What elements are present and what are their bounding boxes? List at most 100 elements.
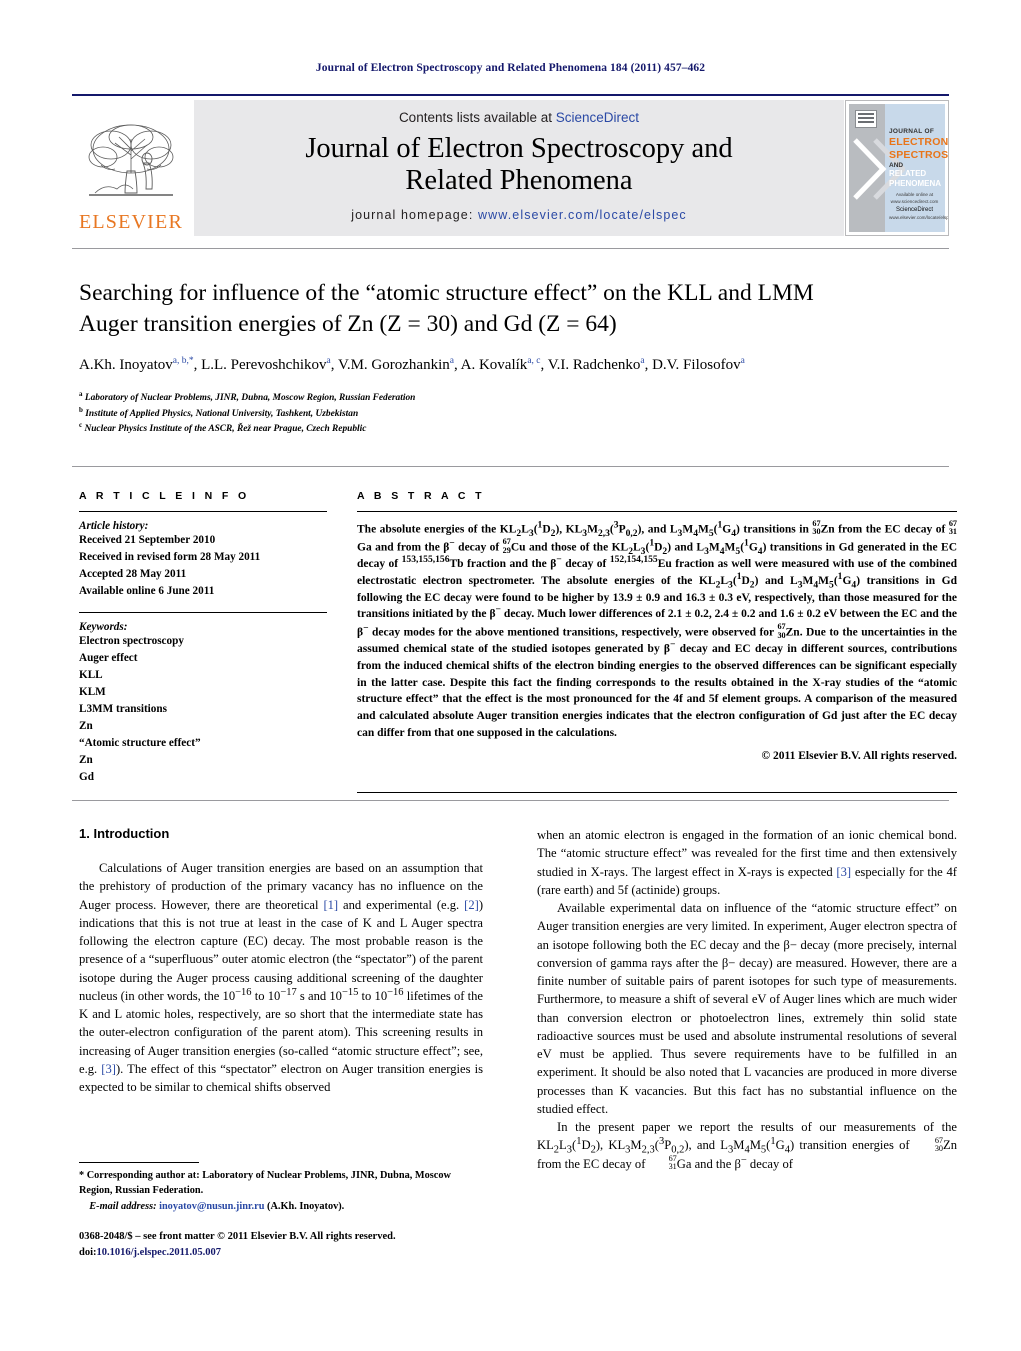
cover-title: JOURNAL OF ELECTRON SPECTROSCOPY AND REL…	[889, 128, 948, 189]
cover-inner: JOURNAL OF ELECTRON SPECTROSCOPY AND REL…	[849, 104, 949, 232]
author-separator: ,	[453, 357, 461, 374]
keyword-item: Zn	[79, 720, 93, 733]
intro-text-part: s and 10	[296, 988, 342, 1003]
author-separator: ,	[330, 357, 338, 374]
author-separator: ,	[540, 357, 548, 374]
affiliation-text: Institute of Applied Physics, National U…	[85, 408, 359, 419]
article-title-block: Searching for influence of the “atomic s…	[79, 278, 959, 437]
section-heading-introduction: 1. Introduction	[79, 826, 170, 841]
affiliation-item: a Laboratory of Nuclear Problems, JINR, …	[79, 391, 959, 406]
journal-title-line1: Journal of Electron Spectroscopy and	[305, 133, 733, 164]
history-item: Received 21 September 2010	[79, 534, 216, 546]
elsevier-wordmark: ELSEVIER	[78, 211, 184, 233]
intro-paragraph-1: Calculations of Auger transition energie…	[79, 859, 483, 1096]
intro-text-part: and experimental (e.g.	[338, 897, 465, 912]
keyword-item: L3MM transitions	[79, 703, 167, 716]
article-info-rule	[79, 511, 327, 512]
journal-title: Journal of Electron Spectroscopy and Rel…	[194, 133, 844, 198]
journal-title-line2: Related Phenomena	[405, 165, 633, 197]
author-name: V.I. Radchenko	[547, 357, 641, 374]
cover-publisher-mark	[855, 110, 877, 128]
citation-link-1[interactable]: [1]	[323, 898, 338, 912]
journal-cover-thumbnail: JOURNAL OF ELECTRON SPECTROSCOPY AND REL…	[845, 100, 949, 236]
sciencedirect-link[interactable]: ScienceDirect	[556, 110, 639, 125]
history-item: Available online 6 June 2011	[79, 585, 215, 598]
author-name: D.V. Filosofov	[652, 357, 741, 374]
email-note: E-mail address: inoyatov@nusun.jinr.ru (…	[79, 1199, 483, 1214]
author-affil-marks: a, b,	[172, 356, 189, 367]
citation-link-3[interactable]: [3]	[101, 1062, 116, 1076]
keyword-item: KLM	[79, 686, 106, 699]
issn-line: 0368-2048/$ – see front matter © 2011 El…	[79, 1231, 396, 1242]
author-affil-marks: a, c	[527, 356, 541, 367]
author-item: L.L. Perevoshchikova	[201, 356, 331, 374]
keyword-item: Electron spectroscopy	[79, 635, 184, 648]
abstract-bottom-rule	[357, 792, 957, 793]
keyword-item: Gd	[79, 771, 94, 784]
affiliation-text: Laboratory of Nuclear Problems, JINR, Du…	[84, 393, 416, 404]
author-name: A.Kh. Inoyatov	[79, 357, 173, 374]
author-item: V.M. Gorozhankina	[337, 356, 454, 374]
article-info-block: A R T I C L E I N F O Article history: R…	[79, 490, 327, 786]
body-column-left: 1. Introduction Calculations of Auger tr…	[79, 826, 483, 1096]
author-item: D.V. Filosofova	[652, 356, 745, 374]
keyword-item: Zn	[79, 754, 93, 767]
elsevier-logo: ELSEVIER	[72, 100, 190, 236]
author-list: A.Kh. Inoyatova, b,*, L.L. Perevoshchiko…	[79, 355, 959, 375]
abstract-block: A B S T R A C T The absolute energies of…	[357, 490, 957, 762]
intro-paragraph-2: Available experimental data on influence…	[537, 901, 957, 1116]
keywords-rule	[79, 612, 327, 614]
elsevier-tree-icon	[88, 124, 174, 196]
doi-label: doi:	[79, 1246, 97, 1258]
keywords-list: Electron spectroscopy Auger effect KLL K…	[79, 633, 327, 786]
author-name: L.L. Perevoshchikov	[201, 357, 327, 374]
author-item: V.I. Radchenkoa	[547, 356, 645, 374]
history-item: Accepted 28 May 2011	[79, 568, 187, 581]
journal-article-page: Journal of Electron Spectroscopy and Rel…	[0, 0, 1021, 1351]
exponent: −16	[387, 986, 404, 998]
body-column-right: when an atomic electron is engaged in th…	[537, 826, 957, 1173]
author-separator: ,	[193, 357, 202, 374]
email-label: E-mail address:	[89, 1200, 157, 1212]
intro-text-part: to 10	[251, 988, 281, 1003]
article-title-line1: Searching for influence of the “atomic s…	[79, 280, 814, 306]
affiliation-mark: c	[79, 420, 83, 429]
article-title-line2: Auger transition energies of Zn (Z = 30)…	[79, 310, 617, 337]
doi-link[interactable]: 10.1016/j.elspec.2011.05.007	[97, 1247, 222, 1258]
abstract-text: The absolute energies of the KL2L3(1D2),…	[357, 519, 958, 739]
affiliation-text: Nuclear Physics Institute of the ASCR, Ř…	[84, 423, 367, 434]
contents-available-line: Contents lists available at ScienceDirec…	[194, 110, 844, 125]
intro-paragraph-3: In the present paper we report the resul…	[537, 1120, 958, 1172]
cover-title-line1: JOURNAL OF	[889, 128, 935, 135]
intro-text-part: to 10	[358, 988, 388, 1003]
author-item: A.Kh. Inoyatova, b,*	[79, 356, 194, 374]
email-owner: (A.Kh. Inoyatov).	[267, 1200, 345, 1212]
cover-footer: Available online at www.sciencedirect.co…	[889, 192, 949, 222]
corresponding-author-note: * Corresponding author at: Laboratory of…	[79, 1170, 451, 1197]
doi-line: doi:10.1016/j.elspec.2011.05.007	[79, 1245, 483, 1261]
abstract-rule	[357, 511, 957, 512]
contents-prefix: Contents lists available at	[398, 110, 556, 125]
author-name: V.M. Gorozhankin	[337, 357, 450, 374]
article-history-list: Received 21 September 2010 Received in r…	[79, 532, 327, 600]
homepage-url-link[interactable]: www.elsevier.com/locate/elspec	[478, 208, 687, 222]
keywords-label: Keywords:	[79, 621, 128, 634]
author-separator: ,	[644, 357, 653, 374]
content-top-rule	[72, 800, 949, 801]
running-head: Journal of Electron Spectroscopy and Rel…	[315, 62, 706, 74]
intro-text-part: ). The effect of this “spectator” electr…	[79, 1061, 483, 1094]
cover-title-line5: RELATED PHENOMENA	[889, 169, 942, 189]
email-link[interactable]: inoyatov@nusun.jinr.ru	[159, 1201, 264, 1212]
exponent: −17	[280, 986, 297, 998]
citation-link-3b[interactable]: [3]	[836, 865, 851, 879]
abstract-heading: A B S T R A C T	[357, 490, 485, 502]
exponent: −15	[341, 986, 359, 998]
keyword-item: Auger effect	[79, 652, 138, 665]
affiliation-item: c Nuclear Physics Institute of the ASCR,…	[79, 420, 959, 437]
citation-link-2[interactable]: [2]	[464, 898, 479, 912]
imprint-block: 0368-2048/$ – see front matter © 2011 El…	[79, 1229, 483, 1261]
footnote-block: * Corresponding author at: Laboratory of…	[79, 1168, 483, 1214]
author-item: A. Kovalíka, c	[461, 356, 541, 373]
article-history-label: Article history:	[79, 520, 149, 532]
cover-foot-url: www.elsevier.com/locate/elspec	[889, 215, 949, 221]
